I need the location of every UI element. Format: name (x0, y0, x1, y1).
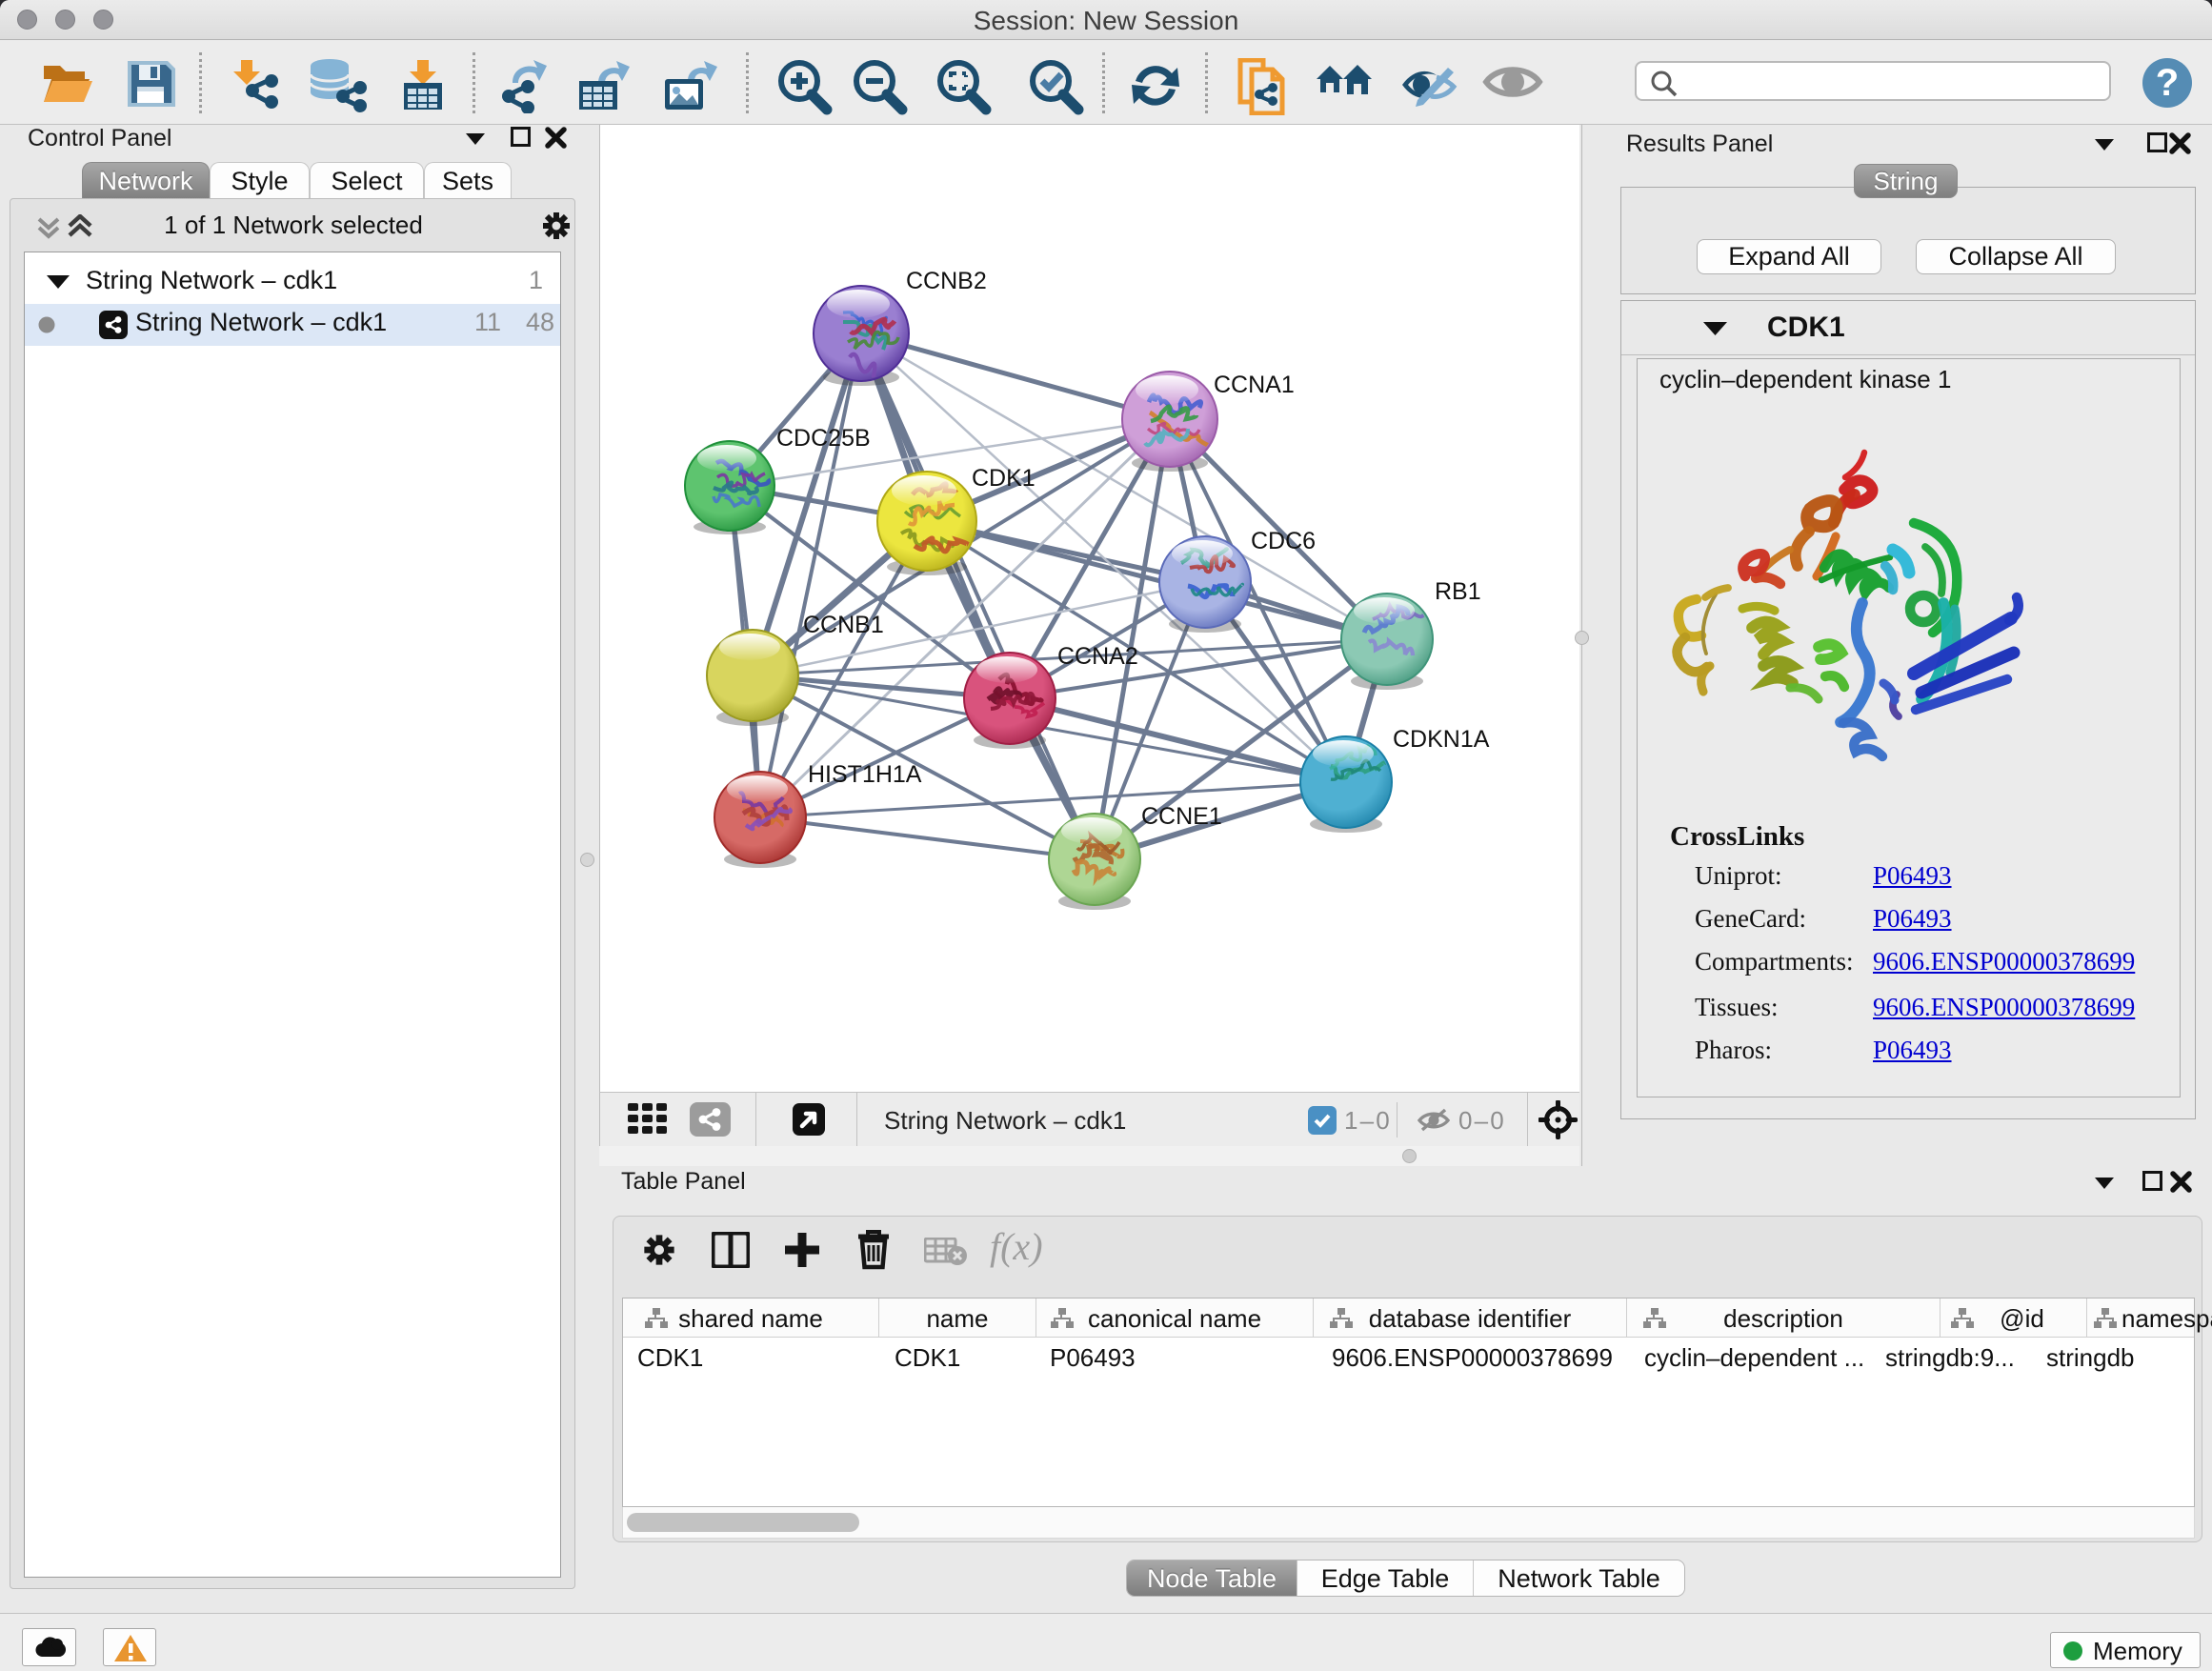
svg-text:RB1: RB1 (1435, 578, 1481, 605)
svg-text:?: ? (2156, 62, 2179, 104)
svg-text:CDC25B: CDC25B (776, 425, 871, 452)
svg-text:CCNA2: CCNA2 (1057, 643, 1138, 670)
svg-text:CDKN1A: CDKN1A (1393, 726, 1490, 753)
svg-text:CDK1: CDK1 (972, 465, 1036, 492)
svg-text:CCNB2: CCNB2 (906, 268, 987, 294)
svg-text:CCNA1: CCNA1 (1214, 372, 1295, 398)
svg-text:CCNB1: CCNB1 (803, 612, 884, 638)
svg-text:HIST1H1A: HIST1H1A (808, 761, 922, 788)
svg-text:CDC6: CDC6 (1251, 528, 1316, 554)
svg-text:CCNE1: CCNE1 (1141, 803, 1222, 830)
